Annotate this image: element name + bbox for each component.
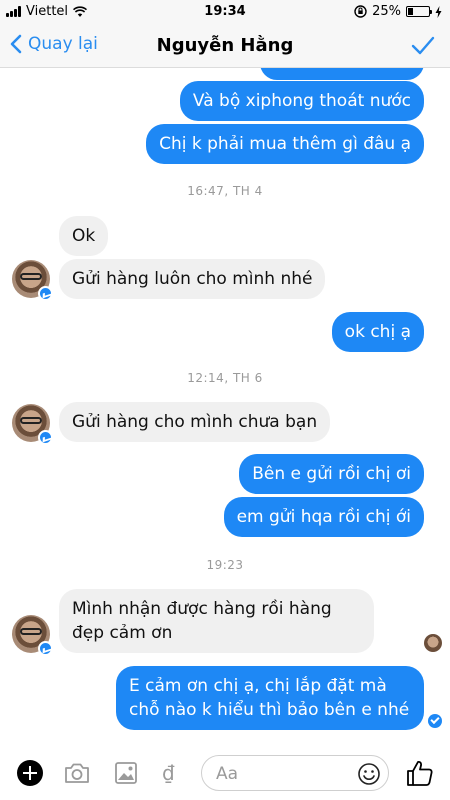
payment-icon[interactable]: ₫ [162, 761, 175, 785]
chat-thread[interactable]: Và bộ xiphong thoát nước Chị k phải mua … [0, 68, 450, 748]
message-outgoing[interactable]: ok chị ạ [331, 312, 424, 352]
message-outgoing[interactable]: Chị k phải mua thêm gì đâu ạ [146, 124, 424, 164]
message-input-wrapper [201, 755, 389, 791]
orientation-lock-icon [354, 5, 367, 18]
status-right: 25% [354, 4, 442, 19]
messenger-badge-icon [38, 430, 53, 445]
contact-avatar[interactable] [12, 404, 53, 445]
timestamp: 19:23 [206, 558, 244, 572]
sent-check-icon [428, 714, 442, 728]
camera-icon[interactable] [63, 759, 91, 787]
timestamp: 16:47, TH 4 [187, 184, 263, 198]
thumbs-up-icon[interactable] [405, 758, 435, 788]
messenger-badge-icon [38, 641, 53, 656]
back-label: Quay lại [28, 34, 98, 54]
message-outgoing[interactable]: Bên e gửi rồi chị ơi [239, 454, 424, 494]
message-incoming[interactable]: Gửi hàng cho mình chưa bạn [59, 402, 331, 442]
status-bar: Viettel 19:34 25% [0, 0, 450, 24]
message-outgoing[interactable]: em gửi hqa rồi chị ới [223, 497, 424, 537]
plus-circle-icon[interactable] [17, 760, 43, 786]
message-input[interactable] [216, 762, 356, 786]
message-outgoing[interactable]: E cảm ơn chị ạ, chị lắp đặt mà chỗ nào k… [116, 666, 424, 730]
messenger-badge-icon [38, 286, 53, 301]
contact-avatar[interactable] [12, 260, 53, 301]
charging-bolt-icon [435, 5, 442, 18]
battery-percent: 25% [372, 4, 401, 19]
battery-icon [406, 6, 432, 17]
message-bubble-partial [260, 68, 424, 80]
message-incoming[interactable]: Gửi hàng luôn cho mình nhé [59, 259, 326, 299]
check-icon[interactable] [410, 33, 436, 59]
contact-avatar[interactable] [12, 615, 53, 656]
nav-bar: Quay lại Nguyễn Hằng [0, 24, 450, 68]
message-outgoing[interactable]: Và bộ xiphong thoát nước [179, 81, 424, 121]
smiley-icon[interactable] [357, 762, 381, 786]
timestamp: 12:14, TH 6 [187, 371, 263, 385]
message-incoming[interactable]: Mình nhận được hàng rồi hàng đẹp cảm ơn [59, 589, 374, 653]
message-incoming[interactable]: Ok [59, 216, 109, 256]
seen-avatar [424, 634, 442, 652]
back-button[interactable]: Quay lại [10, 34, 98, 54]
chevron-left-icon [10, 34, 22, 54]
image-icon[interactable] [112, 759, 140, 787]
composer-bar: ₫ [0, 748, 450, 800]
